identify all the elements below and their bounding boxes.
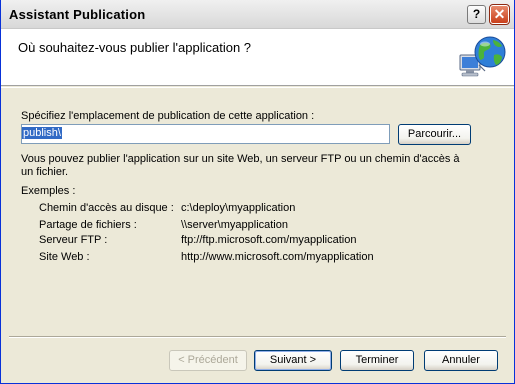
next-button[interactable]: Suivant > [254, 350, 332, 371]
example-value-ftp: ftp://ftp.microsoft.com/myapplication [181, 234, 357, 246]
example-value-web: http://www.microsoft.com/myapplication [181, 251, 374, 263]
title-bar: Assistant Publication ? ✕ [1, 0, 514, 29]
example-value-share: \\server\myapplication [181, 219, 288, 231]
browse-button[interactable]: Parcourir... [398, 124, 471, 145]
description-text: Vous pouvez publier l'application sur un… [21, 153, 460, 178]
globe-network-icon [459, 36, 506, 77]
help-button[interactable]: ? [467, 5, 486, 24]
example-value-disk: c:\deploy\myapplication [181, 202, 296, 214]
example-label-web: Site Web : [39, 251, 90, 263]
example-label-disk: Chemin d'accès au disque : [39, 202, 174, 214]
close-icon: ✕ [493, 6, 506, 22]
wizard-header: Où souhaitez-vous publier l'application … [1, 29, 514, 86]
example-label-share: Partage de fichiers : [39, 219, 137, 231]
publish-wizard-window: Assistant Publication ? ✕ Où souhaitez-v… [0, 0, 515, 384]
header-separator [1, 87, 514, 88]
finish-button[interactable]: Terminer [340, 350, 414, 371]
cancel-button[interactable]: Annuler [424, 350, 498, 371]
location-label: Spécifiez l'emplacement de publication d… [21, 110, 315, 122]
publish-location-input[interactable]: publish\ [21, 124, 390, 144]
publish-location-value: publish\ [22, 127, 62, 139]
help-icon: ? [472, 7, 481, 21]
close-button[interactable]: ✕ [489, 4, 510, 25]
examples-title: Exemples : [21, 185, 76, 197]
window-title: Assistant Publication [9, 7, 146, 22]
previous-button[interactable]: < Précédent [169, 350, 247, 371]
footer-divider [9, 336, 506, 338]
page-title: Où souhaitez-vous publier l'application … [18, 40, 252, 55]
example-label-ftp: Serveur FTP : [39, 234, 108, 246]
